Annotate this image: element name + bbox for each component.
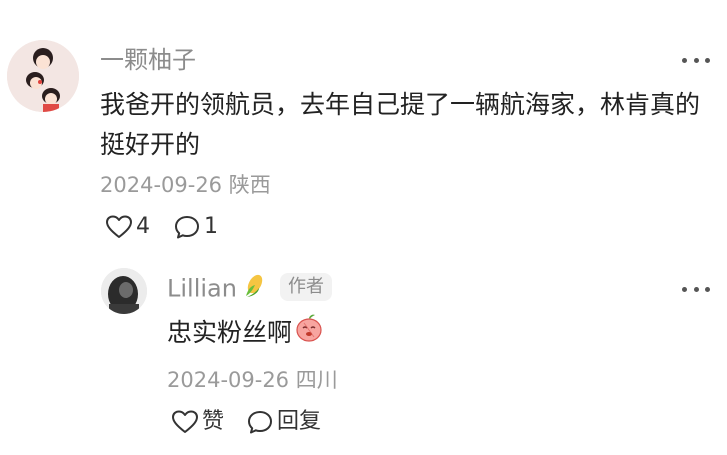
comment-date: 2024-09-26 [100, 173, 223, 197]
like-button[interactable]: 4 [106, 213, 150, 241]
reply-date: 2024-09-26 [167, 368, 290, 392]
heart-outline-icon [106, 215, 132, 238]
reply-count: 1 [204, 214, 218, 239]
heart-outline-icon [172, 410, 198, 433]
commenter-avatar[interactable] [7, 40, 79, 112]
reply-count-button[interactable]: 1 [174, 213, 218, 241]
comment-text: 我爸开的领航员，去年自己提了一辆航海家，林肯真的挺好开的 [100, 90, 701, 159]
reply-meta: 2024-09-26 四川 [167, 366, 338, 394]
reply-text: 忠实粉丝啊 [167, 313, 667, 355]
reply-reply-label: 回复 [277, 409, 322, 434]
author-badge: 作者 [280, 273, 332, 301]
reply-author-avatar[interactable] [101, 268, 147, 314]
comment-bubble-icon [175, 216, 199, 239]
comment-meta: 2024-09-26 陕西 [100, 171, 271, 199]
peach-face-emoji-icon [294, 313, 324, 355]
reply-author-name-text: Lillian [167, 274, 237, 303]
reply-author-name[interactable]: Lillian [167, 273, 267, 306]
more-options-icon[interactable] [682, 50, 710, 70]
reply-location: 四川 [295, 368, 338, 392]
like-count: 4 [136, 214, 150, 239]
comment-bubble-icon [248, 411, 272, 434]
commenter-name[interactable]: 一颗柚子 [100, 45, 196, 75]
reply-text-body: 忠实粉丝啊 [167, 318, 293, 347]
reply-reply-button[interactable]: 回复 [247, 408, 321, 436]
reply-like-label: 赞 [202, 409, 225, 434]
reply-like-button[interactable]: 赞 [172, 408, 224, 436]
reply-more-options-icon[interactable] [682, 279, 710, 299]
comment-location: 陕西 [228, 173, 271, 197]
corn-emoji-icon [241, 273, 267, 306]
comment-thread: 一颗柚子 我爸开的领航员，去年自己提了一辆航海家，林肯真的挺好开的 2024-0… [0, 0, 727, 455]
